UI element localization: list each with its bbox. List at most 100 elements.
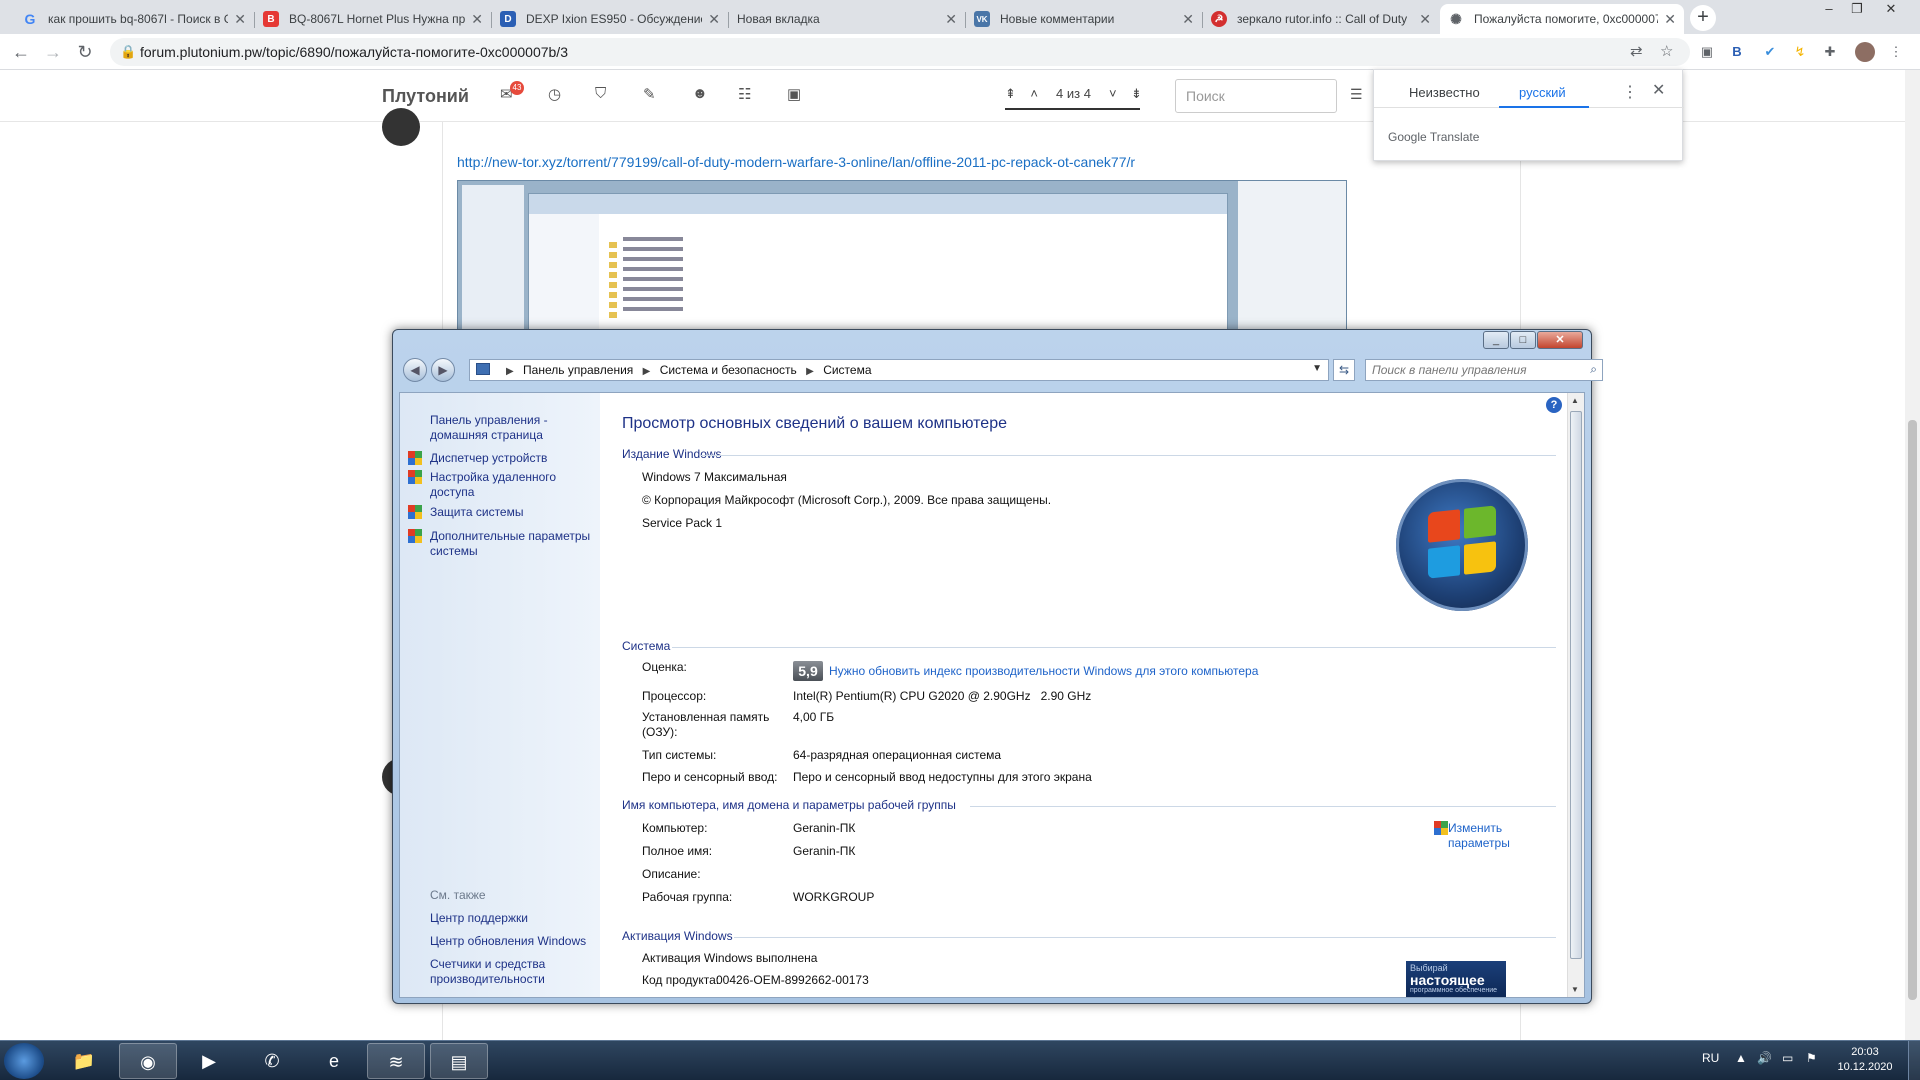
start-button[interactable] bbox=[4, 1043, 44, 1079]
control-panel-taskbar-icon[interactable]: ▤ bbox=[430, 1043, 488, 1079]
close-window-button[interactable]: ✕ bbox=[1874, 0, 1908, 20]
system-protection-link[interactable]: Защита системы bbox=[430, 505, 595, 520]
close-icon[interactable]: ✕ bbox=[708, 11, 720, 28]
performance-index-link[interactable]: Нужно обновить индекс производительности… bbox=[829, 664, 1258, 678]
post-pager[interactable]: ⇞ ˄ 4 из 4 ˅ ⇟ bbox=[1005, 86, 1142, 102]
chrome-taskbar-icon[interactable]: ◉ bbox=[119, 1043, 177, 1079]
clock[interactable]: 20:03 10.12.2020 bbox=[1830, 1045, 1900, 1075]
translate-target-language[interactable]: русский bbox=[1519, 85, 1566, 100]
last-post-icon[interactable]: ⇟ bbox=[1131, 86, 1142, 101]
device-manager-link[interactable]: Диспетчер устройств bbox=[430, 451, 595, 466]
show-desktop-button[interactable] bbox=[1908, 1041, 1920, 1080]
minimize-button[interactable]: _ bbox=[1483, 331, 1509, 349]
control-panel-search-input[interactable]: Поиск в панели управления ⌕ bbox=[1365, 359, 1603, 381]
windows-update-link[interactable]: Центр обновления Windows bbox=[430, 934, 595, 949]
forward-button[interactable]: → bbox=[40, 40, 66, 64]
back-button[interactable]: ◀ bbox=[403, 358, 427, 382]
search-icon[interactable]: ⌕ bbox=[1590, 362, 1597, 377]
internet-explorer-taskbar-icon[interactable]: e bbox=[305, 1043, 363, 1079]
first-post-icon[interactable]: ⇞ bbox=[1005, 86, 1016, 101]
advanced-settings-link[interactable]: Дополнительные параметры системы bbox=[430, 529, 595, 559]
media-player-taskbar-icon[interactable]: ▶ bbox=[180, 1043, 238, 1079]
tab-rutor[interactable]: ☭ зеркало rutor.info :: Call of Duty ✕ bbox=[1203, 4, 1439, 34]
bookmark-star-icon[interactable]: ☆ bbox=[1660, 42, 1673, 60]
camera-icon[interactable]: ▣ bbox=[787, 85, 801, 103]
close-icon[interactable]: ✕ bbox=[1419, 11, 1431, 28]
network-icon[interactable]: ▭ bbox=[1782, 1051, 1793, 1065]
refresh-button[interactable]: ⇆ bbox=[1333, 359, 1355, 381]
address-bar[interactable]: 🔒 forum.plutonium.pw/topic/6890/пожалуйс… bbox=[110, 38, 1690, 66]
close-icon[interactable]: ✕ bbox=[1652, 80, 1665, 100]
tags-icon[interactable]: ⛉ bbox=[595, 85, 606, 102]
maximize-button[interactable]: □ bbox=[1510, 331, 1536, 349]
volume-icon[interactable]: 🔊 bbox=[1757, 1051, 1772, 1065]
tab-vk[interactable]: VK Новые комментарии ✕ bbox=[966, 4, 1202, 34]
restore-button[interactable]: ❐ bbox=[1840, 0, 1874, 20]
recent-icon[interactable]: ◷ bbox=[548, 85, 561, 103]
breadcrumb-control-panel[interactable]: Панель управления bbox=[523, 363, 633, 377]
breadcrumb-system[interactable]: Система bbox=[823, 363, 871, 377]
window-caption[interactable]: _ □ ✕ bbox=[393, 330, 1591, 352]
prev-post-icon[interactable]: ˄ bbox=[1030, 86, 1038, 101]
address-breadcrumb[interactable]: ▶ Панель управления ▶ Система и безопасн… bbox=[469, 359, 1329, 381]
tab-new[interactable]: Новая вкладка ✕ bbox=[729, 4, 965, 34]
next-post-icon[interactable]: ˅ bbox=[1109, 86, 1117, 101]
performance-tools-link[interactable]: Счетчики и средства производительности bbox=[430, 957, 595, 987]
language-indicator[interactable]: RU bbox=[1702, 1051, 1719, 1065]
forward-button[interactable]: ▶ bbox=[431, 358, 455, 382]
control-panel-home-link[interactable]: Панель управления - домашняя страница bbox=[430, 413, 595, 443]
popular-icon[interactable]: ✎ bbox=[643, 85, 656, 103]
viber-taskbar-icon[interactable]: ✆ bbox=[243, 1043, 301, 1079]
scrollbar-thumb[interactable] bbox=[1570, 411, 1582, 959]
chevron-down-icon[interactable]: ▼ bbox=[1312, 363, 1322, 374]
extension-icon[interactable]: ✔ bbox=[1760, 42, 1780, 62]
extension-b-icon[interactable]: B bbox=[1727, 42, 1747, 62]
scroll-down-icon[interactable]: ▼ bbox=[1571, 985, 1579, 994]
action-center-icon[interactable]: ⚑ bbox=[1806, 1051, 1817, 1065]
tray-expand-icon[interactable]: ▲ bbox=[1735, 1051, 1747, 1065]
post-link[interactable]: http://new-tor.xyz/torrent/779199/call-o… bbox=[457, 154, 1135, 170]
explorer-taskbar-icon[interactable]: 📁 bbox=[55, 1043, 113, 1079]
reload-button[interactable]: ↻ bbox=[72, 40, 98, 64]
breadcrumb-security[interactable]: Система и безопасность bbox=[660, 363, 797, 377]
extension-icon[interactable]: ↯ bbox=[1790, 42, 1810, 62]
action-center-link[interactable]: Центр поддержки bbox=[430, 911, 595, 926]
user-icon[interactable]: ☻ bbox=[692, 85, 708, 102]
scroll-up-icon[interactable]: ▲ bbox=[1571, 396, 1579, 405]
avatar[interactable] bbox=[1855, 42, 1875, 62]
lock-icon[interactable]: 🔒 bbox=[120, 44, 136, 60]
close-icon[interactable]: ✕ bbox=[1182, 11, 1194, 28]
groups-icon[interactable]: ☷ bbox=[738, 85, 751, 103]
forum-brand[interactable]: Плутоний bbox=[382, 86, 469, 107]
close-icon[interactable]: ✕ bbox=[1664, 11, 1676, 28]
tab-plutonium-active[interactable]: ✺ Пожалуйста помогите, 0xc000007b ✕ bbox=[1440, 4, 1684, 34]
page-scrollbar[interactable] bbox=[1905, 70, 1920, 1040]
tab-bq-forum[interactable]: B BQ-8067L Hornet Plus Нужна прошивка ✕ bbox=[255, 4, 491, 34]
forum-search-input[interactable]: Поиск bbox=[1175, 79, 1337, 113]
translate-icon[interactable]: ⇄ bbox=[1630, 42, 1643, 60]
more-options-icon[interactable]: ⋮ bbox=[1622, 82, 1638, 102]
genuine-software-badge[interactable]: Выбирай настоящее программное обеспечени… bbox=[1406, 961, 1506, 997]
change-settings-link[interactable]: Изменить параметры bbox=[1448, 821, 1518, 851]
close-icon[interactable]: ✕ bbox=[945, 11, 957, 28]
tab-strip: G как прошить bq-8067l - Поиск в Google … bbox=[0, 0, 1920, 34]
new-tab-button[interactable]: + bbox=[1690, 5, 1716, 31]
close-icon[interactable]: ✕ bbox=[234, 11, 246, 28]
close-button[interactable]: ✕ bbox=[1537, 331, 1583, 349]
help-icon[interactable]: ? bbox=[1546, 397, 1562, 413]
performance-index-badge[interactable]: 5,9 bbox=[793, 661, 823, 681]
filter-icon[interactable]: ☰ bbox=[1350, 86, 1363, 103]
puzzle-icon[interactable]: ✚ bbox=[1820, 42, 1840, 62]
close-icon[interactable]: ✕ bbox=[471, 11, 483, 28]
post-screenshot-image[interactable] bbox=[457, 180, 1347, 330]
content-scrollbar[interactable]: ▲ ▼ bbox=[1567, 393, 1584, 997]
tab-dexp[interactable]: D DEXP Ixion ES950 - Обсуждение ✕ bbox=[492, 4, 728, 34]
menu-icon[interactable]: ⋮ bbox=[1886, 42, 1906, 62]
tab-google-search[interactable]: G как прошить bq-8067l - Поиск в Google … bbox=[14, 4, 254, 34]
extension-icon[interactable]: ▣ bbox=[1697, 42, 1717, 62]
user-avatar[interactable] bbox=[382, 108, 420, 146]
remote-settings-link[interactable]: Настройка удаленного доступа bbox=[430, 470, 595, 500]
app-taskbar-icon[interactable]: ≋ bbox=[367, 1043, 425, 1079]
translate-source-language[interactable]: Неизвестно bbox=[1409, 85, 1480, 100]
back-button[interactable]: ← bbox=[8, 40, 34, 64]
